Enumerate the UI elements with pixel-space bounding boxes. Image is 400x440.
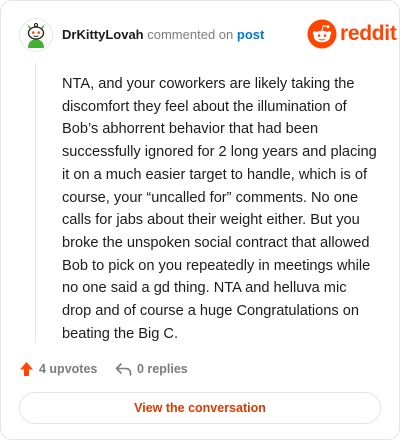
reddit-snoo-icon	[307, 19, 337, 49]
reddit-logo[interactable]: reddit	[307, 19, 397, 49]
upvote-button[interactable]: 4 upvotes	[19, 358, 97, 380]
comment-body: NTA, and your coworkers are likely takin…	[62, 76, 377, 342]
comment-byline: DrKittyLovah commented on post	[62, 27, 264, 43]
upvote-arrow-icon	[20, 362, 33, 376]
brand-name: reddit	[340, 22, 397, 45]
upvote-count: 4 upvotes	[39, 362, 98, 376]
username-link[interactable]: DrKittyLovah	[62, 27, 144, 42]
reply-arrow-icon	[115, 363, 132, 376]
thread-line	[35, 63, 36, 343]
replies-button[interactable]: 0 replies	[115, 358, 188, 380]
action-text: commented on	[147, 27, 234, 42]
comment-stats: 4 upvotes 0 replies	[19, 358, 381, 380]
view-conversation-button[interactable]: View the conversation	[19, 392, 381, 424]
comment-embed-card: DrKittyLovah commented on post reddit NT…	[0, 0, 400, 440]
snoo-avatar-icon[interactable]	[19, 18, 53, 52]
post-link[interactable]: post	[237, 27, 264, 42]
reply-count: 0 replies	[137, 362, 188, 376]
comment-header: DrKittyLovah commented on post reddit	[19, 16, 397, 56]
